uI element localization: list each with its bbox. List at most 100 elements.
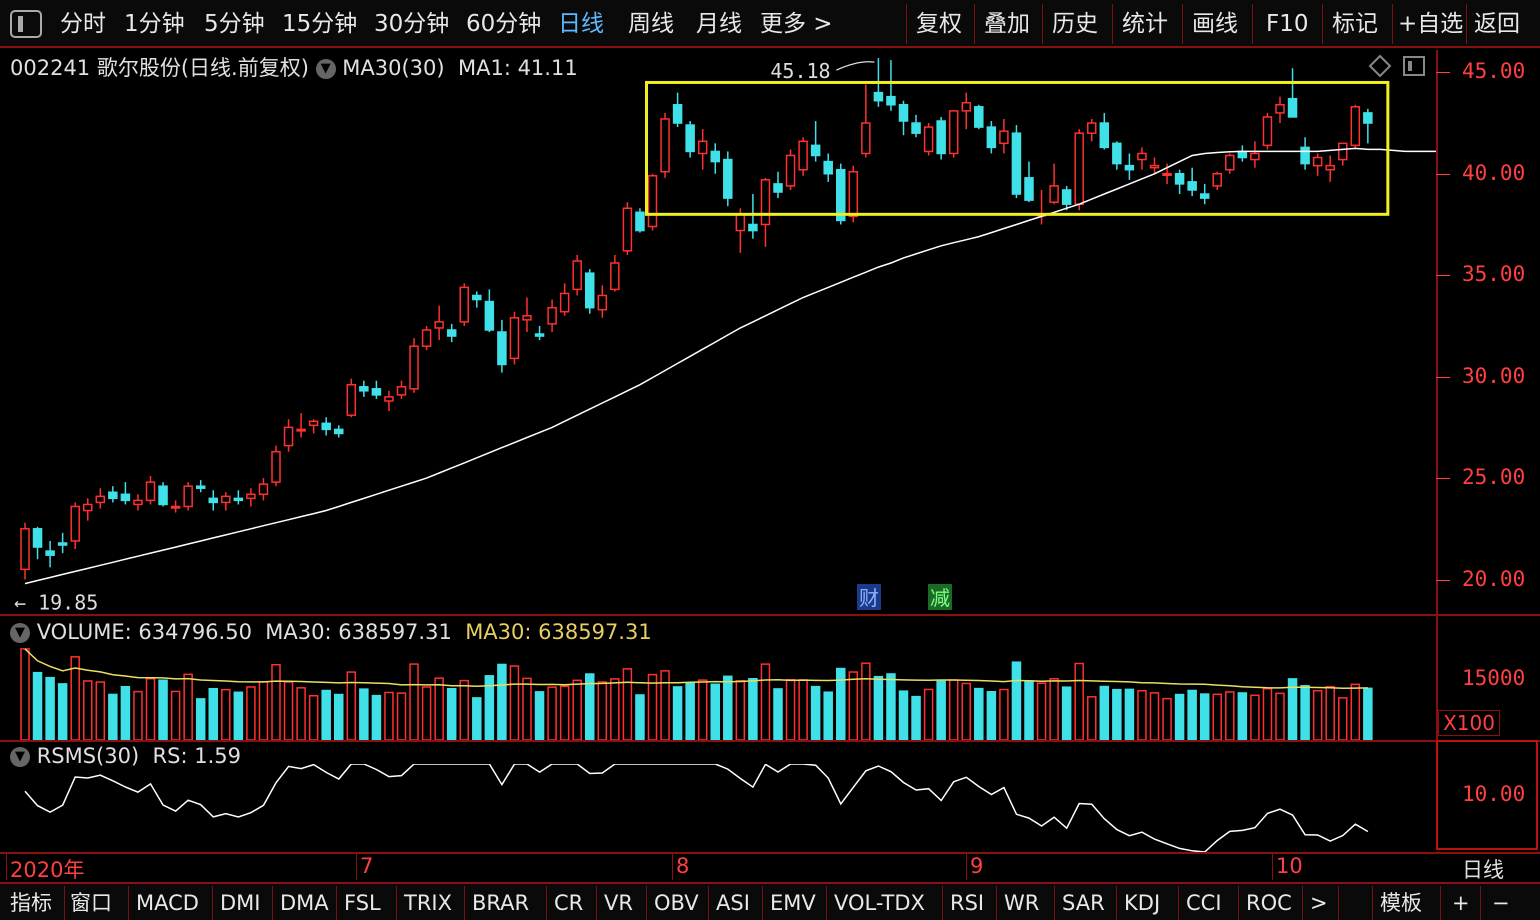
candle[interactable] [898, 100, 909, 136]
action-button[interactable]: 标记 [1332, 6, 1378, 42]
indicator-tab[interactable]: 指标 [10, 888, 52, 918]
candle[interactable] [936, 116, 946, 160]
candle[interactable] [1312, 153, 1323, 176]
candle[interactable] [911, 114, 921, 138]
candle[interactable] [559, 283, 570, 316]
candle[interactable] [1124, 153, 1135, 180]
candle[interactable] [434, 305, 444, 341]
candle[interactable] [948, 110, 959, 158]
candle[interactable] [999, 118, 1009, 154]
candle[interactable] [195, 480, 206, 493]
candle[interactable] [1174, 169, 1185, 195]
candle[interactable] [585, 269, 595, 314]
candle[interactable] [321, 417, 331, 436]
candle[interactable] [296, 413, 306, 438]
candle[interactable] [610, 254, 620, 292]
period-tab[interactable]: 更多 > [760, 6, 833, 42]
candle[interactable] [409, 338, 419, 393]
candle[interactable] [1036, 189, 1047, 225]
candle[interactable] [1087, 118, 1097, 142]
candle[interactable] [70, 502, 80, 550]
indicator-tab[interactable]: SAR [1062, 888, 1105, 918]
candle[interactable] [133, 494, 143, 511]
candle[interactable] [484, 289, 495, 332]
candle[interactable] [459, 283, 469, 326]
rsms-chart[interactable] [0, 764, 1436, 852]
candle[interactable] [346, 378, 357, 418]
period-tab[interactable]: 15分钟 [282, 6, 357, 42]
candle[interactable] [685, 121, 695, 158]
period-tab[interactable]: 60分钟 [466, 6, 541, 42]
period-tab[interactable]: 30分钟 [374, 6, 449, 42]
indicator-tab[interactable]: DMA [280, 888, 329, 918]
candle[interactable] [1024, 161, 1034, 203]
candle[interactable] [785, 149, 796, 190]
indicator-tab[interactable]: CR [554, 888, 583, 918]
candle[interactable] [923, 123, 934, 156]
candle[interactable] [1099, 112, 1110, 150]
candle[interactable] [271, 445, 281, 487]
action-button[interactable]: 历史 [1052, 6, 1098, 42]
template-control[interactable]: − [1492, 888, 1510, 918]
candle[interactable] [359, 380, 369, 397]
indicator-tab[interactable]: 窗口 [70, 888, 112, 918]
indicator-tab[interactable]: CCI [1186, 888, 1222, 918]
candle[interactable] [1262, 112, 1273, 150]
period-tab[interactable]: 月线 [696, 6, 742, 42]
indicator-tab[interactable]: VOL-TDX [834, 888, 925, 918]
action-button[interactable]: 复权 [916, 6, 962, 42]
period-tab[interactable]: 5分钟 [204, 6, 265, 42]
candle[interactable] [1363, 108, 1373, 144]
candle[interactable] [421, 325, 432, 351]
candle[interactable] [672, 92, 683, 128]
period-tab[interactable]: 1分钟 [124, 6, 185, 42]
candle[interactable] [1275, 96, 1285, 124]
menu-toggle-icon[interactable] [10, 10, 42, 38]
action-button[interactable]: F10 [1266, 6, 1309, 42]
template-control[interactable]: + [1452, 888, 1470, 918]
candle[interactable] [961, 92, 971, 130]
indicator-tab[interactable]: > [1310, 888, 1328, 918]
candle[interactable] [208, 490, 218, 511]
candle[interactable] [823, 153, 833, 182]
candle[interactable] [798, 137, 808, 176]
candle[interactable] [647, 173, 658, 231]
candle[interactable] [145, 476, 156, 505]
event-marker[interactable]: 财 [857, 584, 881, 610]
candle[interactable] [1225, 153, 1235, 174]
candle[interactable] [861, 84, 871, 158]
candle[interactable] [45, 540, 55, 568]
candle[interactable] [446, 323, 457, 343]
candle[interactable] [308, 419, 319, 434]
candle[interactable] [810, 121, 821, 162]
action-button[interactable]: 叠加 [984, 6, 1030, 42]
candle[interactable] [660, 112, 670, 178]
indicator-tab[interactable]: ASI [716, 888, 750, 918]
indicator-tab[interactable]: RSI [950, 888, 984, 918]
candle[interactable] [396, 380, 407, 399]
period-tab[interactable]: 日线 [558, 6, 604, 42]
candle[interactable] [1187, 167, 1197, 197]
candle[interactable] [258, 478, 269, 501]
candle[interactable] [1011, 125, 1022, 199]
candle[interactable] [509, 311, 520, 365]
indicator-tab[interactable]: VR [604, 888, 633, 918]
candle[interactable] [472, 291, 482, 308]
candlestick-chart[interactable]: 45.18 ← 19.85 财 减 [0, 50, 1436, 614]
indicator-tab[interactable]: DMI [220, 888, 260, 918]
indicator-tab[interactable]: WR [1004, 888, 1039, 918]
candle[interactable] [760, 177, 771, 247]
candle[interactable] [1049, 163, 1059, 205]
candle[interactable] [283, 419, 294, 452]
candle[interactable] [20, 522, 30, 580]
candle[interactable] [886, 60, 896, 111]
candle[interactable] [1074, 129, 1084, 211]
event-marker[interactable]: 减 [928, 584, 952, 610]
candle[interactable] [1199, 183, 1210, 205]
indicator-tab[interactable]: EMV [770, 888, 816, 918]
candle[interactable] [246, 488, 256, 507]
candle[interactable] [183, 482, 193, 511]
candle[interactable] [120, 482, 131, 505]
candle[interactable] [986, 121, 997, 154]
candle[interactable] [221, 492, 231, 511]
